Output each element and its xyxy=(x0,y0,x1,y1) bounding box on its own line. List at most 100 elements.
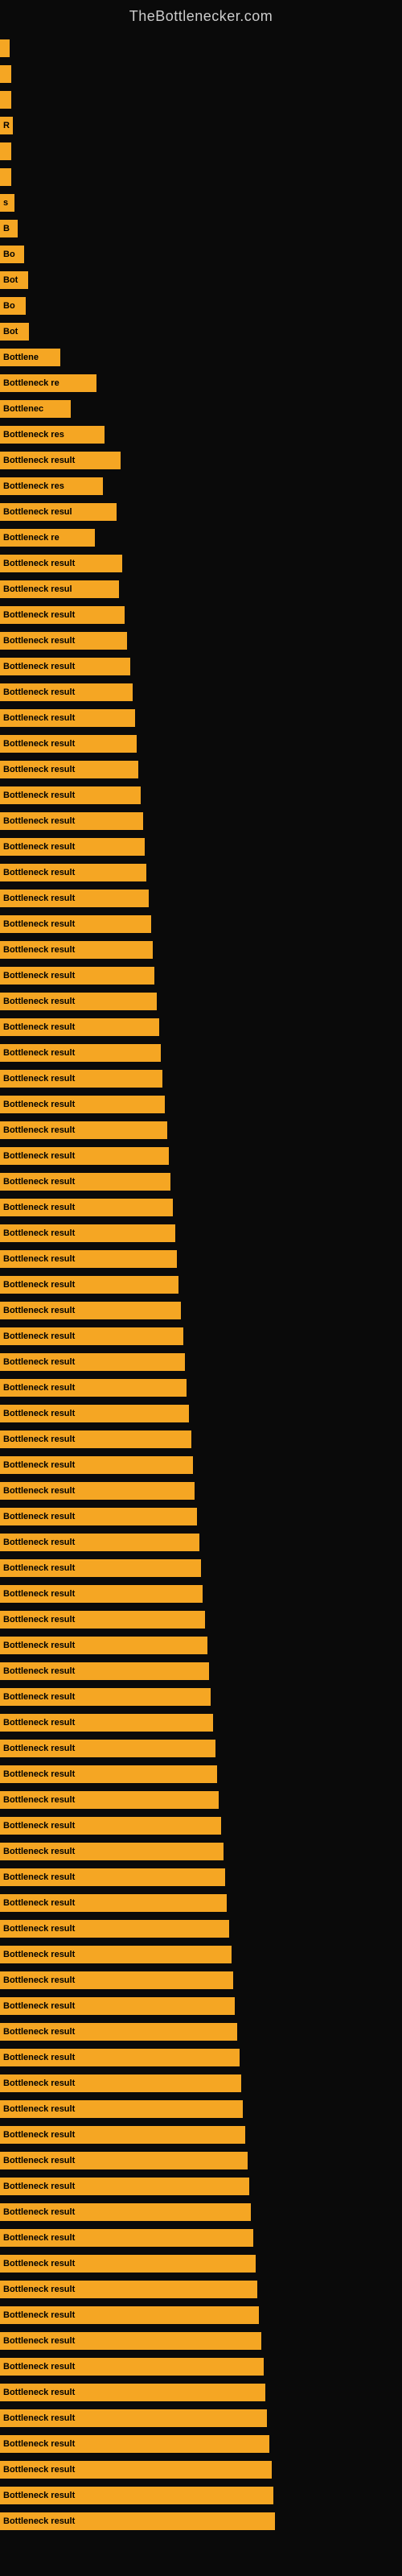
bar-item: Bottleneck result xyxy=(0,683,133,701)
bar-item: Bo xyxy=(0,297,26,315)
bar-label: Bottleneck result xyxy=(3,842,75,852)
bar-row: Bottleneck resul xyxy=(0,501,402,523)
bar-label: Bottleneck result xyxy=(3,636,75,646)
bar-row: Bottleneck result xyxy=(0,2355,402,2378)
bar-row: Bottleneck result xyxy=(0,1866,402,1889)
bar-item: Bottleneck resul xyxy=(0,580,119,598)
bar-row: Bottleneck result xyxy=(0,1531,402,1554)
bar-label: Bottleneck result xyxy=(3,1383,75,1393)
bar-row: Bottleneck result xyxy=(0,1660,402,1682)
bar-item: Bottleneck result xyxy=(0,864,146,881)
bar-item: R xyxy=(0,117,13,134)
bar-row: Bo xyxy=(0,295,402,317)
bar-label: Bottleneck result xyxy=(3,1254,75,1264)
bar-row: Bottleneck result xyxy=(0,2021,402,2043)
bar-label: Bottleneck result xyxy=(3,456,75,465)
bar-row: Bot xyxy=(0,269,402,291)
bar-row: Bottleneck result xyxy=(0,2252,402,2275)
bar-row: Bo xyxy=(0,243,402,266)
bar-label: Bottleneck result xyxy=(3,868,75,877)
bar-label: Bottleneck result xyxy=(3,2001,75,2011)
bar-item: Bottleneck result xyxy=(0,1946,232,1963)
bar-label: Bottleneck result xyxy=(3,1847,75,1856)
bar-label: Bottleneck result xyxy=(3,919,75,929)
bar-row: Bottleneck result xyxy=(0,1480,402,1502)
bar-item: Bottleneck result xyxy=(0,2487,273,2504)
bar-row: Bottleneck result xyxy=(0,681,402,704)
bar-label: Bottleneck result xyxy=(3,2053,75,2062)
bar-label: Bottleneck result xyxy=(3,971,75,980)
bar-row: Bottleneck result xyxy=(0,1325,402,1348)
bar-item: Bottleneck result xyxy=(0,2384,265,2401)
bar-item: Bottleneck result xyxy=(0,632,127,650)
bar-row: Bottleneck result xyxy=(0,1686,402,1708)
bar-label: Bottleneck result xyxy=(3,1769,75,1779)
bar-row: Bottleneck result xyxy=(0,2278,402,2301)
bar-label: Bottleneck result xyxy=(3,791,75,800)
bar-row: Bottleneck result xyxy=(0,913,402,935)
bar-label: Bottleneck result xyxy=(3,2388,75,2397)
bar-item: Bottleneck result xyxy=(0,1585,203,1603)
bar-item: Bottleneck result xyxy=(0,555,122,572)
bar-row: Bottleneck result xyxy=(0,2381,402,2404)
bar-row: Bottleneck result xyxy=(0,1402,402,1425)
bar-item: Bottleneck result xyxy=(0,812,143,830)
bar-item xyxy=(0,142,11,160)
bar-row: Bottleneck res xyxy=(0,423,402,446)
bar-label: Bottleneck result xyxy=(3,662,75,671)
bar-item: Bottleneck result xyxy=(0,1894,227,1912)
bar-row: Bottleneck result xyxy=(0,2175,402,2198)
bar-label: Bottleneck result xyxy=(3,1538,75,1547)
bar-item: Bottleneck result xyxy=(0,1044,161,1062)
bar-row: Bottleneck result xyxy=(0,1634,402,1657)
bar-label: Bottleneck result xyxy=(3,1409,75,1418)
bar-label: Bottleneck result xyxy=(3,739,75,749)
bar-item: Bottleneck result xyxy=(0,1662,209,1680)
bar-label: Bottleneck result xyxy=(3,1950,75,1959)
bar-item: Bottleneck result xyxy=(0,2152,248,2169)
bar-row: Bottleneck result xyxy=(0,1042,402,1064)
bar-row: Bottleneck result xyxy=(0,861,402,884)
bar-item: Bottleneck result xyxy=(0,2435,269,2453)
bar-row: Bottleneck result xyxy=(0,1454,402,1476)
bar-row: B xyxy=(0,217,402,240)
bar-item: Bottleneck result xyxy=(0,1096,165,1113)
bar-label: Bottleneck result xyxy=(3,1357,75,1367)
bar-label: Bottleneck result xyxy=(3,1692,75,1702)
bar-item: Bottleneck result xyxy=(0,1353,185,1371)
bar-row: Bottleneck result xyxy=(0,1789,402,1811)
bar-row: Bottleneck result xyxy=(0,1943,402,1966)
bar-item: Bottleneck result xyxy=(0,2332,261,2350)
bar-item: Bottleneck result xyxy=(0,1765,217,1783)
bar-row: Bottleneck result xyxy=(0,707,402,729)
bar-row: Bottleneck result xyxy=(0,2072,402,2095)
bar-item: Bottleneck result xyxy=(0,890,149,907)
bar-item: Bottleneck result xyxy=(0,1920,229,1938)
bar-row: Bottleneck result xyxy=(0,1814,402,1837)
bar-item: Bottleneck result xyxy=(0,761,138,778)
bar-item: Bottleneck result xyxy=(0,1070,162,1088)
bar-label: Bottleneck result xyxy=(3,2182,75,2191)
bar-item: Bottleneck result xyxy=(0,1611,205,1629)
bar-label: Bottleneck result xyxy=(3,816,75,826)
bar-row: Bottleneck result xyxy=(0,2149,402,2172)
bar-label: Bottleneck result xyxy=(3,1615,75,1624)
bar-row: Bottleneck result xyxy=(0,1170,402,1193)
bar-row: Bottleneck result xyxy=(0,604,402,626)
bar-label: Bottleneck re xyxy=(3,533,59,543)
bar-label: Bottleneck result xyxy=(3,2413,75,2423)
bar-row: Bottleneck result xyxy=(0,1093,402,1116)
bar-label: Bottleneck result xyxy=(3,1975,75,1985)
bar-label: Bottlene xyxy=(3,353,39,362)
bar-item: Bottleneck result xyxy=(0,1302,181,1319)
bar-item: Bottleneck result xyxy=(0,1276,178,1294)
bar-label: Bottleneck result xyxy=(3,1563,75,1573)
bar-row: s xyxy=(0,192,402,214)
bar-row: Bottleneck result xyxy=(0,1608,402,1631)
bar-item: Bottleneck result xyxy=(0,2074,241,2092)
bar-label: Bottleneck result xyxy=(3,2130,75,2140)
bar-label: Bottleneck result xyxy=(3,713,75,723)
bar-item: Bottlenec xyxy=(0,400,71,418)
bar-row: Bottlene xyxy=(0,346,402,369)
bar-row: Bottleneck result xyxy=(0,1995,402,2017)
